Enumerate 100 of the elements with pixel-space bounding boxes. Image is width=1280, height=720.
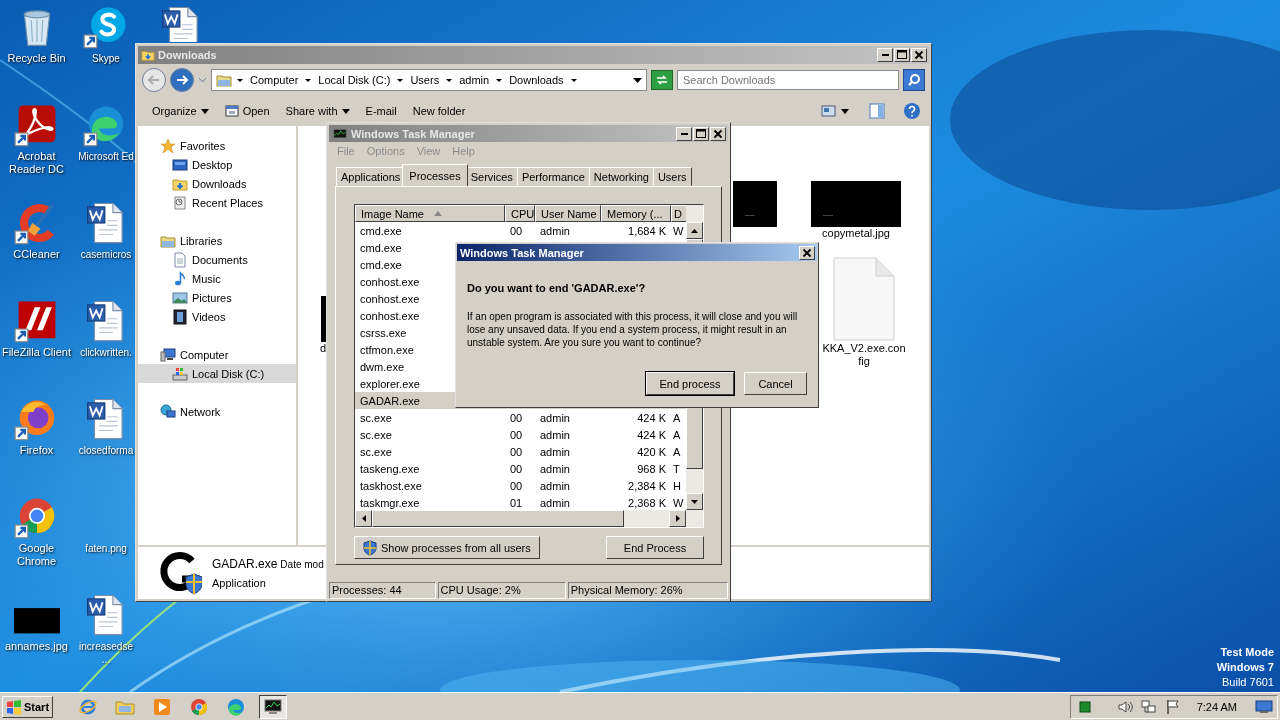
icon-label[interactable]: Firefox	[19, 444, 54, 457]
scroll-right-button[interactable]	[669, 510, 686, 528]
table-cell-text: 424 K	[636, 411, 667, 424]
column-header[interactable]: D	[671, 205, 686, 223]
icon-label[interactable]: clickwritten.	[80, 346, 132, 359]
column-header[interactable]: Image Name	[355, 205, 505, 223]
windows-logo-icon	[6, 698, 22, 715]
column-header[interactable]: CPU	[505, 205, 535, 223]
clock[interactable]: 7:24 AM	[1196, 700, 1237, 713]
nav-item[interactable]: Libraries	[138, 231, 296, 250]
column-header[interactable]: Memory (...	[601, 205, 671, 223]
toolbar-button[interactable]: Organize	[146, 103, 215, 119]
music-note-icon	[172, 270, 188, 287]
start-button[interactable]: Start	[2, 695, 54, 718]
tab[interactable]: Processes	[402, 164, 468, 187]
icon-label[interactable]: Acrobat Reader DC	[0, 150, 73, 176]
table-cell-text: dwm.exe	[359, 360, 406, 373]
nav-item[interactable]: Network	[138, 402, 296, 421]
close-button[interactable]	[911, 48, 927, 62]
dropdown-arrow-icon[interactable]	[633, 77, 642, 83]
scroll-up-button[interactable]	[686, 222, 703, 240]
nav-item[interactable]: Documents	[138, 250, 296, 269]
icon-label[interactable]: Skype	[92, 52, 120, 65]
skype-icon[interactable]	[83, 4, 129, 50]
file-name[interactable]: d	[320, 342, 327, 355]
close-button[interactable]	[799, 245, 815, 260]
dialog-button[interactable]: Cancel	[744, 372, 807, 395]
icon-label[interactable]: CCleaner	[13, 248, 60, 261]
table-cell-text: conhost.exe	[359, 275, 421, 288]
forward-arrow-icon	[175, 73, 189, 87]
breadcrumb[interactable]: Users	[408, 74, 442, 86]
refresh-button[interactable]	[651, 70, 673, 90]
breadcrumb[interactable]: Local Disk (C:)	[316, 74, 393, 86]
icon-label[interactable]: casemicros	[80, 248, 132, 261]
dialog-message: If an open program is associated with this process, it will close and you will lose any unsaved data. If you end a system process, it might result in an unstable system. Are you sure you want to continue?	[467, 310, 799, 349]
show-desktop-icon[interactable]	[1255, 699, 1273, 714]
close-icon	[912, 48, 926, 62]
nav-item[interactable]: Recent Places	[138, 193, 296, 212]
nav-item[interactable]: Computer	[138, 345, 296, 364]
nav-item[interactable]: Desktop	[138, 155, 296, 174]
help-icon[interactable]	[903, 102, 921, 120]
minimize-button[interactable]	[676, 126, 692, 141]
breadcrumb[interactable]: Computer	[248, 74, 301, 86]
maximize-button[interactable]	[894, 48, 910, 62]
status-square-icon[interactable]	[1078, 700, 1091, 713]
table-cell-text: admin	[539, 411, 571, 424]
scroll-left-button[interactable]	[355, 510, 372, 528]
file-icon	[831, 256, 897, 342]
chevron-icon[interactable]	[236, 77, 244, 83]
tab[interactable]: Users	[652, 167, 692, 187]
action-button[interactable]: Show processes from all users	[354, 536, 540, 560]
speaker-icon[interactable]	[1116, 698, 1133, 715]
file-name[interactable]: copymetal.jpg	[822, 227, 890, 240]
toolbar-button[interactable]: Share with	[279, 103, 356, 119]
icon-label[interactable]: FileZilla Client	[1, 346, 72, 359]
minimize-button[interactable]	[877, 48, 893, 62]
breadcrumb[interactable]: Downloads	[507, 74, 566, 86]
nav-item[interactable]: Downloads	[138, 174, 296, 193]
nav-item[interactable]: Pictures	[138, 288, 296, 307]
flag-icon[interactable]	[1164, 698, 1181, 715]
network-icon[interactable]	[1140, 698, 1157, 715]
chevron-icon[interactable]	[396, 77, 405, 83]
table-cell-text: 00	[509, 428, 524, 441]
search-field[interactable]: Search Downloads	[677, 70, 899, 90]
dialog-button[interactable]: End process	[646, 372, 734, 395]
chevron-icon[interactable]	[495, 77, 504, 83]
action-button[interactable]: End Process	[606, 536, 704, 560]
breadcrumb[interactable]: admin	[457, 74, 492, 86]
toolbar-button[interactable]: New folder	[406, 103, 472, 119]
nav-item[interactable]: Local Disk (C:)	[138, 364, 296, 383]
toolbar-button[interactable]: E-mail	[359, 103, 403, 119]
scroll-thumb[interactable]	[372, 510, 624, 528]
dropdown-arrow-icon[interactable]	[841, 108, 849, 114]
chevron-icon[interactable]	[445, 77, 454, 83]
chevron-icon[interactable]	[569, 77, 578, 83]
toolbar-button[interactable]: Open	[218, 102, 276, 120]
back-arrow-icon	[147, 73, 161, 87]
back-button[interactable]	[142, 68, 166, 92]
nav-item[interactable]: Favorites	[138, 136, 296, 155]
nav-item[interactable]: Videos	[138, 307, 296, 326]
folder-icon	[216, 72, 232, 88]
address-bar[interactable]: Computer Local Disk (C:) Users admin Downloads	[211, 69, 647, 91]
tab[interactable]: Networking	[588, 167, 654, 187]
icon-label[interactable]: Recycle Bin	[7, 52, 66, 65]
column-header[interactable]: User Name	[535, 205, 601, 223]
close-button[interactable]	[710, 126, 726, 141]
search-button[interactable]	[903, 69, 925, 91]
table-cell-text: 00	[509, 411, 524, 424]
forward-button[interactable]	[170, 68, 194, 92]
maximize-button[interactable]	[693, 126, 709, 141]
table-cell-text: conhost.exe	[359, 309, 421, 322]
scroll-down-button[interactable]	[686, 493, 703, 511]
taskbar-app[interactable]	[259, 694, 288, 719]
tab[interactable]: Performance	[516, 167, 590, 187]
file-name[interactable]: KKA_V2.exe.config	[822, 342, 906, 368]
table-cell-text: csrss.exe	[359, 326, 408, 339]
icon-label[interactable]: Microsoft Ed	[78, 150, 134, 163]
chevron-icon[interactable]	[304, 77, 313, 83]
table-cell-text: 424 K	[636, 428, 667, 441]
nav-item[interactable]: Music	[138, 269, 296, 288]
